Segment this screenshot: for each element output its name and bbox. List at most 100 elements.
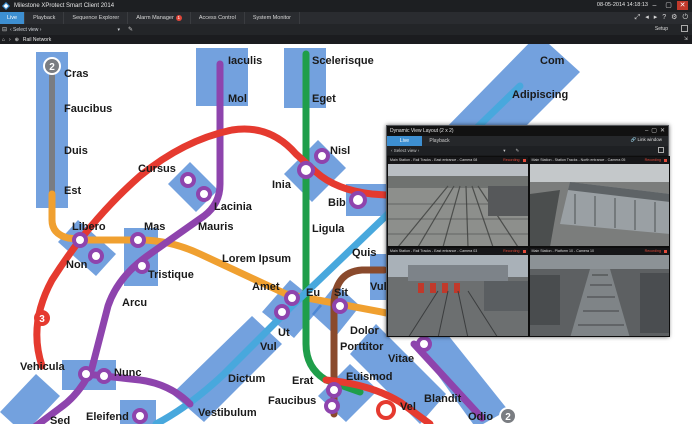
tab-label: Playback: [33, 15, 56, 21]
label-faucibus-2: Faucibus: [268, 395, 316, 407]
chevron-down-icon: ▾: [503, 147, 506, 153]
label-non: Non: [66, 259, 88, 271]
line-badge-2b-label: 2: [505, 412, 511, 423]
dynamic-window-tabs: Live Playback 🔗 Link window: [387, 136, 668, 146]
label-inia: Inia: [272, 179, 292, 191]
chevron-right-icon: ›: [9, 36, 11, 43]
setup-button[interactable]: Setup: [655, 26, 668, 32]
tab-system-monitor[interactable]: System Monitor: [245, 12, 301, 24]
station-ut[interactable]: [274, 304, 290, 320]
camera-feed-rail-tracks: [388, 164, 528, 246]
station-faucibus[interactable]: [324, 398, 340, 414]
fullscreen-icon[interactable]: ⤢: [635, 14, 641, 22]
maximize-icon[interactable]: ▢: [651, 127, 657, 135]
tab-live[interactable]: Live: [0, 12, 26, 24]
camera-feed-platform: [388, 254, 528, 336]
station-euismod[interactable]: [326, 382, 342, 398]
station-bib[interactable]: [349, 191, 367, 209]
pin-icon[interactable]: ✎: [128, 26, 133, 33]
help-icon[interactable]: ?: [662, 14, 666, 22]
camera-tile[interactable]: Main Station - Platform 10 - Camera 10 R…: [529, 247, 669, 336]
recording-status: Recording: [644, 158, 661, 162]
label-eu: Eu: [306, 287, 320, 299]
camera-tile[interactable]: Main Station - Station Tracks - North en…: [529, 157, 669, 246]
station-lacinia[interactable]: [196, 186, 212, 202]
view-select[interactable]: ‹ Select view ›: [391, 148, 419, 153]
pin-icon[interactable]: ✎: [516, 148, 520, 154]
tab-live[interactable]: Live: [387, 136, 422, 146]
label-cursus: Cursus: [138, 163, 176, 175]
station-inia[interactable]: [297, 161, 315, 179]
link-window-label: Link window: [637, 137, 662, 142]
tab-label: System Monitor: [252, 15, 292, 21]
gear-icon[interactable]: ⚙: [671, 14, 677, 22]
recording-status: Recording: [503, 158, 520, 162]
label-odio: Odio: [468, 411, 493, 423]
label-eleifend: Eleifend: [86, 411, 129, 423]
station-vitae[interactable]: [416, 336, 432, 352]
label-adipiscing: Adipiscing: [512, 89, 568, 101]
camera-grid: Main Station - Rail Tracks - East entran…: [387, 156, 670, 337]
view-select[interactable]: ‹ Select view › ▾: [10, 27, 120, 33]
label-sit: Sit: [334, 287, 348, 299]
dynamic-window-titlebar[interactable]: Dynamic View Layout (2 x 2) – ▢ ✕: [387, 126, 668, 136]
label-lorem-ipsum: Lorem Ipsum: [222, 253, 291, 265]
station-cursus[interactable]: [180, 172, 196, 188]
expand-icon[interactable]: ⇲: [684, 36, 688, 42]
tab-access-control[interactable]: Access Control: [191, 12, 245, 24]
tab-sequence-explorer[interactable]: Sequence Explorer: [64, 12, 129, 24]
label-dictum: Dictum: [228, 373, 266, 385]
logout-icon[interactable]: ⏻: [682, 14, 688, 22]
maximize-view-icon[interactable]: [681, 25, 688, 32]
breadcrumb-current[interactable]: Rail Network: [23, 37, 51, 43]
label-iaculis: Iaculis: [228, 55, 262, 67]
tab-alarm-manager[interactable]: Alarm Manager 1: [128, 12, 191, 24]
station-non[interactable]: [88, 248, 104, 264]
camera-feed-platform-10: [529, 254, 669, 336]
label-vitae: Vitae: [388, 353, 414, 365]
link-window-button[interactable]: 🔗 Link window: [631, 137, 662, 143]
forward-icon[interactable]: ▸: [654, 14, 658, 22]
station-vehicula[interactable]: [78, 366, 94, 382]
label-vestibulum: Vestibulum: [198, 407, 257, 419]
main-tabs: Live Playback Sequence Explorer Alarm Ma…: [0, 12, 692, 24]
station-nunc[interactable]: [96, 368, 112, 384]
label-vul: Vul: [260, 341, 277, 353]
station-tristique[interactable]: [134, 258, 150, 274]
station-amet[interactable]: [284, 290, 300, 306]
label-scelerisque: Scelerisque: [312, 55, 374, 67]
recording-icon: [522, 159, 526, 162]
home-icon[interactable]: ⌂: [2, 37, 5, 43]
tab-playback[interactable]: Playback: [422, 136, 457, 146]
station-libero[interactable]: [72, 232, 88, 248]
label-vel: Vel: [400, 401, 416, 413]
label-quis: Quis: [352, 247, 376, 259]
station-vel[interactable]: [376, 400, 396, 420]
label-faucibus: Faucibus: [64, 103, 112, 115]
tab-label: Sequence Explorer: [72, 15, 120, 21]
station-eleifend[interactable]: [132, 408, 148, 424]
label-mas: Mas: [144, 221, 165, 233]
maximize-view-icon[interactable]: [658, 147, 664, 153]
back-icon[interactable]: ◂: [645, 14, 649, 22]
minimize-icon[interactable]: –: [645, 127, 648, 135]
close-button[interactable]: ✕: [677, 1, 688, 10]
minimize-button[interactable]: –: [649, 1, 660, 10]
label-est: Est: [64, 185, 81, 197]
station-sit[interactable]: [332, 298, 348, 314]
close-icon[interactable]: ✕: [660, 127, 665, 135]
label-nunc: Nunc: [114, 367, 142, 379]
tab-playback[interactable]: Playback: [25, 12, 65, 24]
recording-icon: [664, 159, 667, 162]
setup-toggle-icon[interactable]: ⊟: [2, 26, 7, 33]
station-nisl[interactable]: [314, 148, 330, 164]
maximize-button[interactable]: ▢: [663, 1, 674, 10]
camera-tile[interactable]: Main Station - Rail Tracks - East entran…: [388, 157, 528, 246]
label-vehicula: Vehicula: [20, 361, 66, 373]
title-bar: Milestone XProtect Smart Client 2014 08-…: [0, 0, 692, 12]
station-mas[interactable]: [130, 232, 146, 248]
camera-tile[interactable]: Main Station - Rail Tracks - East entran…: [388, 247, 528, 336]
map-icon: ⊕: [14, 36, 19, 43]
dynamic-view-window[interactable]: Dynamic View Layout (2 x 2) – ▢ ✕ Live P…: [386, 125, 670, 337]
label-porttitor: Porttitor: [340, 341, 384, 353]
